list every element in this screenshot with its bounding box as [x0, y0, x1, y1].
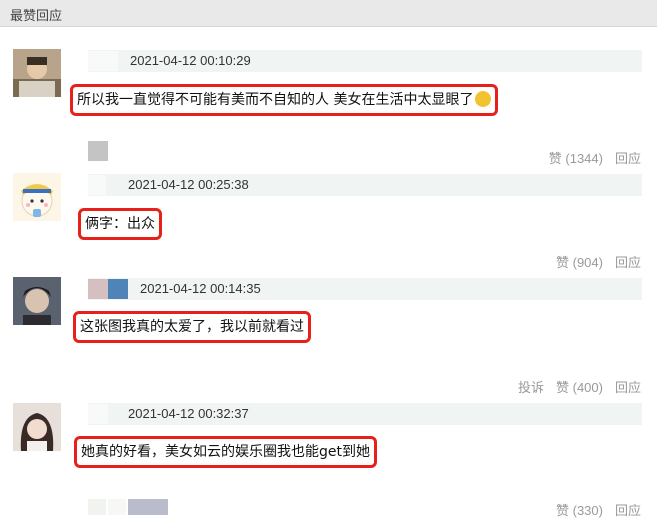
- user-name-placeholder[interactable]: [88, 279, 108, 299]
- comment-text-content: 所以我一直觉得不可能有美而不自知的人 美女在生活中太显眼了: [77, 92, 474, 108]
- comment-text-content: 俩字：出众: [85, 216, 155, 232]
- image-placeholder: [108, 499, 126, 515]
- user-name-placeholder[interactable]: [88, 175, 106, 195]
- comment-meta: 2021-04-12 00:14:35: [88, 278, 642, 300]
- comment-actions: 赞 (1344) 回应: [537, 148, 641, 167]
- image-placeholder: [88, 499, 106, 515]
- comment-text: 俩字：出众: [78, 208, 162, 240]
- user-name-placeholder[interactable]: [88, 51, 118, 71]
- comment-timestamp: 2021-04-12 00:10:29: [130, 53, 251, 68]
- reply-button[interactable]: 回应: [615, 151, 641, 166]
- user-badge-placeholder: [108, 279, 128, 299]
- reply-button[interactable]: 回应: [615, 380, 641, 395]
- reply-button[interactable]: 回应: [615, 255, 641, 270]
- image-placeholder: [128, 499, 168, 515]
- comment-text: 这张图我真的太爱了，我以前就看过: [73, 311, 311, 343]
- report-button[interactable]: 投诉: [518, 380, 544, 395]
- section-title: 最赞回应: [10, 9, 63, 24]
- image-placeholder: [88, 141, 108, 161]
- comment-actions: 赞 (330) 回应: [544, 500, 641, 519]
- comment-timestamp: 2021-04-12 00:32:37: [128, 406, 249, 421]
- section-header: 最赞回应: [0, 0, 657, 27]
- comment-timestamp: 2021-04-12 00:25:38: [128, 177, 249, 192]
- user-name-placeholder[interactable]: [88, 404, 108, 424]
- crying-emoji-icon: [475, 91, 492, 107]
- avatar[interactable]: [13, 277, 61, 325]
- comment-meta: 2021-04-12 00:25:38: [88, 174, 642, 196]
- like-button[interactable]: 赞 (1344): [549, 151, 603, 166]
- like-button[interactable]: 赞 (330): [556, 503, 603, 518]
- comment-actions: 赞 (904) 回应: [544, 252, 641, 271]
- comment-timestamp: 2021-04-12 00:14:35: [140, 281, 261, 296]
- comment-meta: 2021-04-12 00:32:37: [88, 403, 642, 425]
- comment-text: 她真的好看，美女如云的娱乐圈我也能get到她: [74, 436, 377, 468]
- avatar[interactable]: [13, 173, 61, 221]
- comment-text-content: 她真的好看，美女如云的娱乐圈我也能get到她: [81, 444, 370, 460]
- avatar[interactable]: [13, 49, 61, 97]
- comment-text-content: 这张图我真的太爱了，我以前就看过: [80, 319, 304, 335]
- like-button[interactable]: 赞 (904): [556, 255, 603, 270]
- reply-button[interactable]: 回应: [615, 503, 641, 518]
- comment-actions: 投诉赞 (400) 回应: [506, 377, 641, 396]
- like-button[interactable]: 赞 (400): [556, 380, 603, 395]
- avatar[interactable]: [13, 403, 61, 451]
- comment-meta: 2021-04-12 00:10:29: [88, 50, 642, 72]
- comment-text: 所以我一直觉得不可能有美而不自知的人 美女在生活中太显眼了: [70, 84, 499, 116]
